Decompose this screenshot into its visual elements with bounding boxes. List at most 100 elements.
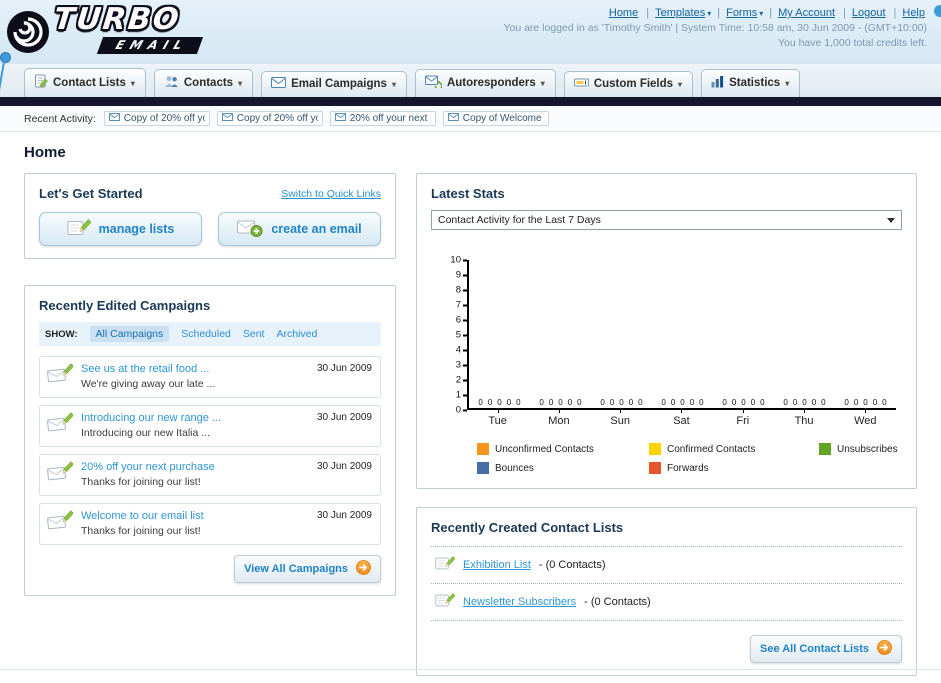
recent-activity-bar: Recent Activity: Copy of 20% off yo Copy…	[0, 106, 941, 132]
pencil-paper-icon	[67, 218, 92, 241]
recent-activity-item[interactable]: Copy of Welcome to	[442, 111, 549, 126]
tab-statistics[interactable]: Statistics	[701, 69, 801, 97]
chart-value-labels: 00000	[722, 398, 765, 407]
filter-scheduled[interactable]: Scheduled	[181, 328, 231, 340]
dropdown-arrow-icon	[678, 78, 682, 90]
tab-email-campaigns[interactable]: Email Campaigns	[261, 71, 407, 97]
chart-x-labels: Tue Mon Sun Sat Fri Thu Wed	[467, 408, 896, 427]
top-nav-link[interactable]: Forms▾	[711, 7, 763, 19]
create-email-button[interactable]: create an email	[218, 212, 381, 246]
see-all-contact-lists-button[interactable]: See All Contact Lists	[749, 635, 902, 663]
filter-archived[interactable]: Archived	[276, 328, 317, 340]
legend-label: Unconfirmed Contacts	[495, 443, 594, 455]
top-nav-link[interactable]: My Account	[763, 7, 837, 19]
manage-lists-button[interactable]: manage lists	[39, 212, 202, 246]
campaigns-panel: Recently Edited Campaigns SHOW: All Camp…	[24, 285, 396, 596]
campaign-item[interactable]: Welcome to our email list Thanks for joi…	[39, 503, 381, 545]
legend-label: Confirmed Contacts	[667, 443, 756, 455]
chart-x-label: Wed	[835, 408, 896, 427]
turbo-swirl-icon	[7, 11, 49, 53]
dropdown-arrow-icon	[541, 77, 545, 89]
main-content: Home Let's Get Started Switch to Quick L…	[0, 132, 941, 676]
campaign-link[interactable]: See us at the retail food ...	[81, 363, 309, 375]
stats-period-value: Contact Activity for the Last 7 Days	[438, 214, 601, 226]
bar-chart-icon	[711, 75, 724, 91]
campaign-link[interactable]: Welcome to our email list	[81, 510, 309, 522]
main-nav: Contact Lists Contacts Email Campaigns A…	[0, 64, 941, 97]
custom-field-icon	[573, 77, 589, 91]
contacts-icon	[164, 75, 179, 91]
top-nav-link[interactable]: Templates▾	[640, 7, 711, 19]
filter-all-campaigns[interactable]: All Campaigns	[89, 326, 170, 342]
login-info: You are logged in as 'Timothy Smith' | S…	[503, 22, 927, 34]
envelope-icon	[108, 113, 120, 124]
legend-item: Forwards	[649, 462, 819, 474]
tab-contact-lists[interactable]: Contact Lists	[24, 68, 146, 97]
contact-list-item[interactable]: Newsletter Subscribers - (0 Contacts)	[431, 584, 902, 621]
recent-activity-item[interactable]: Copy of 20% off yo	[103, 111, 210, 126]
chart-value-labels: 00000	[844, 398, 887, 407]
tab-autoresponders[interactable]: Autoresponders	[414, 69, 556, 97]
envelope-pencil-icon	[47, 510, 74, 537]
legend-item: Unconfirmed Contacts	[477, 443, 649, 455]
legend-item: Bounces	[477, 462, 649, 474]
contact-lists-icon	[34, 74, 48, 91]
envelope-plus-icon	[237, 218, 263, 241]
contact-list-item[interactable]: Exhibition List - (0 Contacts)	[431, 547, 902, 584]
chart-x-label: Mon	[528, 408, 589, 427]
pencil-paper-icon	[435, 555, 456, 575]
campaign-item[interactable]: Introducing our new range ... Introducin…	[39, 405, 381, 447]
arrow-circle-icon	[356, 560, 371, 578]
footer-divider	[0, 669, 941, 670]
legend-item: Confirmed Contacts	[649, 443, 819, 455]
contact-list-link[interactable]: Newsletter Subscribers	[463, 596, 576, 608]
contact-list-link[interactable]: Exhibition List	[463, 559, 531, 571]
credits-info: You have 1,000 total credits left.	[777, 37, 927, 49]
stats-period-select[interactable]: Contact Activity for the Last 7 Days	[431, 210, 902, 230]
chart-plot: 00000 00000 00000 00000 00000 00000 00000	[467, 260, 896, 410]
app-header: TURBO EMAIL Home Templates▾ Forms▾ My Ac…	[0, 0, 941, 64]
tab-contacts[interactable]: Contacts	[153, 69, 254, 97]
logo-subtitle: EMAIL	[96, 37, 203, 54]
select-arrow-icon	[887, 217, 895, 223]
recent-activity-item[interactable]: Copy of 20% off yo	[216, 111, 323, 126]
recent-activity-item[interactable]: 20% off your next p	[329, 111, 436, 126]
chart-x-label: Fri	[712, 408, 773, 427]
campaign-filter-bar: SHOW: All Campaigns Scheduled Sent Archi…	[39, 322, 381, 346]
chart-y-axis: 0 1 2 3 4 5 6 7 8 9 10	[445, 255, 467, 416]
get-started-panel: Let's Get Started Switch to Quick Links …	[24, 173, 396, 259]
recent-activity-items: Copy of 20% off yo Copy of 20% off yo 20…	[103, 111, 549, 126]
turbo-email-logo[interactable]: TURBO EMAIL	[4, 2, 203, 64]
dropdown-arrow-icon	[238, 77, 242, 89]
legend-swatch	[649, 443, 661, 455]
campaign-subtitle: Thanks for joining our list!	[81, 476, 201, 488]
dropdown-arrow-icon	[392, 78, 396, 90]
campaign-link[interactable]: 20% off your next purchase	[81, 461, 309, 473]
recent-activity-label: Recent Activity:	[24, 112, 96, 125]
campaign-date: 30 Jun 2009	[316, 461, 372, 472]
campaign-date: 30 Jun 2009	[316, 412, 372, 423]
campaign-subtitle: Thanks for joining our list!	[81, 525, 201, 537]
chart-value-labels: 00000	[539, 398, 582, 407]
top-nav-link[interactable]: Logout	[837, 7, 888, 19]
top-nav-link[interactable]: Help	[888, 7, 927, 19]
filter-sent[interactable]: Sent	[243, 328, 265, 340]
tab-custom-fields[interactable]: Custom Fields	[563, 71, 694, 97]
legend-label: Forwards	[667, 462, 709, 474]
campaigns-title: Recently Edited Campaigns	[39, 298, 211, 313]
campaign-date: 30 Jun 2009	[316, 363, 372, 374]
contact-lists-title: Recently Created Contact Lists	[431, 520, 624, 535]
campaign-item[interactable]: 20% off your next purchase Thanks for jo…	[39, 454, 381, 496]
top-nav-link[interactable]: Home	[609, 7, 640, 19]
chart-value-labels: 00000	[783, 398, 826, 407]
legend-swatch	[819, 443, 831, 455]
campaign-item[interactable]: See us at the retail food ... We're givi…	[39, 356, 381, 398]
chart-value-labels: 00000	[478, 398, 521, 407]
campaign-link[interactable]: Introducing our new range ...	[81, 412, 309, 424]
chart-x-label: Sat	[651, 408, 712, 427]
switch-quick-links-link[interactable]: Switch to Quick Links	[281, 188, 381, 200]
top-nav: Home Templates▾ Forms▾ My Account Logout…	[609, 7, 927, 19]
envelope-pencil-icon	[47, 363, 74, 390]
view-all-campaigns-button[interactable]: View All Campaigns	[234, 555, 381, 583]
decoration-dot	[934, 5, 941, 17]
